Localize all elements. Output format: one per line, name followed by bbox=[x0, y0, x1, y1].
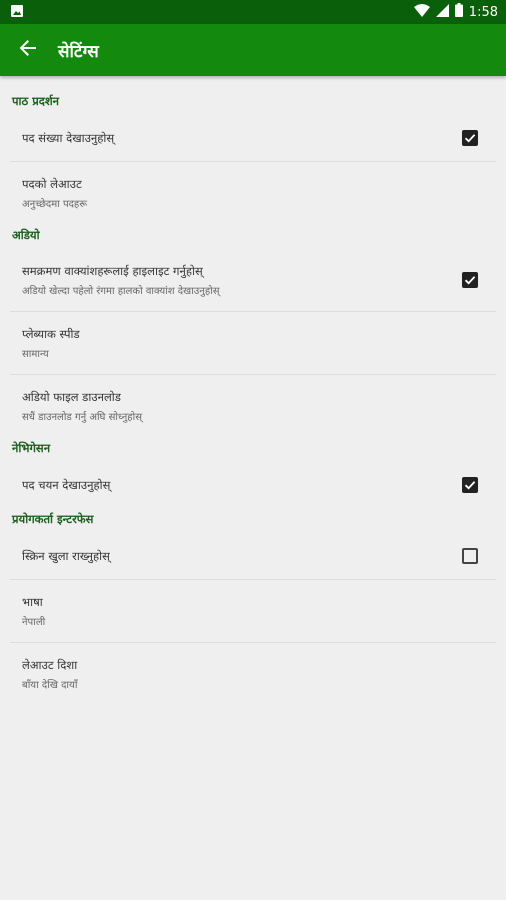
arrow-left-icon bbox=[19, 39, 37, 61]
section-header-interface: प्रयोगकर्ता इन्टरफेस bbox=[12, 512, 94, 526]
app-bar: सेटिंग्स bbox=[0, 24, 506, 76]
section-header-audio: अडियो bbox=[12, 228, 40, 242]
setting-show-verse-selection[interactable]: पद चयन देखाउनुहोस् bbox=[0, 462, 506, 508]
signal-icon bbox=[435, 3, 449, 21]
setting-title: लेआउट दिशा bbox=[22, 657, 78, 672]
setting-value: नेपाली bbox=[22, 616, 46, 628]
page-title: सेटिंग्स bbox=[58, 41, 99, 62]
setting-value: सामान्य bbox=[22, 348, 49, 360]
section-header-navigation: नेभिगेसन bbox=[12, 441, 51, 455]
setting-title: अडियो फाइल डाउनलोड bbox=[22, 389, 121, 404]
setting-playback-speed[interactable]: प्लेब्याक स्पीड सामान्य bbox=[0, 312, 506, 374]
image-notification-icon bbox=[10, 3, 24, 22]
setting-value: अनुच्छेदमा पदहरू bbox=[22, 198, 88, 210]
setting-verse-layout[interactable]: पदको लेआउट अनुच्छेदमा पदहरू bbox=[0, 162, 506, 224]
setting-show-verse-numbers[interactable]: पद संख्या देखाउनुहोस् bbox=[0, 115, 506, 161]
setting-title: पद चयन देखाउनुहोस् bbox=[22, 477, 111, 492]
setting-subtitle: अडियो खेल्दा पहेलो रंगमा हालको वाक्यांश … bbox=[22, 285, 220, 297]
setting-title: समक्रमण वाक्यांशहरूलाई हाइलाइट गर्नुहोस् bbox=[22, 263, 203, 278]
wifi-icon bbox=[413, 3, 430, 21]
setting-title: पद संख्या देखाउनुहोस् bbox=[22, 130, 115, 145]
setting-title: भाषा bbox=[22, 594, 43, 609]
checkbox-checked[interactable] bbox=[462, 130, 478, 146]
checkbox-checked[interactable] bbox=[462, 477, 478, 493]
checkbox-unchecked[interactable] bbox=[462, 548, 478, 564]
setting-title: पदको लेआउट bbox=[22, 176, 82, 191]
setting-value: बाँया देखि दायाँ bbox=[22, 679, 78, 691]
status-time: 1:58 bbox=[468, 4, 498, 20]
setting-value: सधैं डाउनलोड गर्नु अघि सोध्नुहोस् bbox=[22, 411, 142, 423]
setting-title: स्क्रिन खुला राख्नुहोस् bbox=[22, 548, 110, 563]
setting-layout-direction[interactable]: लेआउट दिशा बाँया देखि दायाँ bbox=[0, 643, 506, 705]
setting-keep-screen-on[interactable]: स्क्रिन खुला राख्नुहोस् bbox=[0, 533, 506, 579]
setting-language[interactable]: भाषा नेपाली bbox=[0, 580, 506, 642]
settings-list: पाठ प्रदर्शन पद संख्या देखाउनुहोस् पदको … bbox=[0, 76, 506, 705]
checkbox-checked[interactable] bbox=[462, 272, 478, 288]
status-bar: 1:58 bbox=[0, 0, 506, 24]
setting-audio-download[interactable]: अडियो फाइल डाउनलोड सधैं डाउनलोड गर्नु अघ… bbox=[0, 375, 506, 437]
battery-icon bbox=[454, 3, 463, 21]
section-header-display: पाठ प्रदर्शन bbox=[12, 94, 60, 108]
back-button[interactable] bbox=[14, 36, 42, 64]
setting-title: प्लेब्याक स्पीड bbox=[22, 326, 80, 341]
setting-highlight-phrases[interactable]: समक्रमण वाक्यांशहरूलाई हाइलाइट गर्नुहोस्… bbox=[0, 249, 506, 311]
